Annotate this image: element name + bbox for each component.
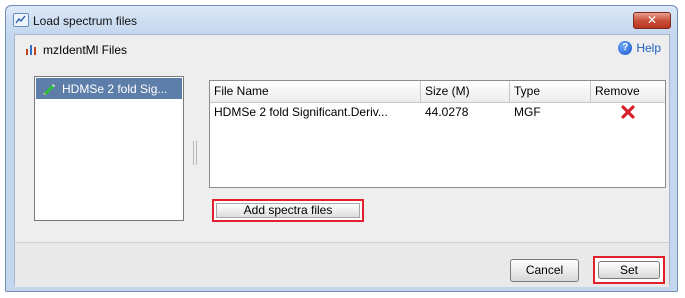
app-icon bbox=[13, 13, 29, 27]
help-icon: ? bbox=[618, 41, 633, 55]
column-header-size[interactable]: Size (M) bbox=[421, 81, 510, 102]
cell-file-name: HDMSe 2 fold Significant.Deriv... bbox=[214, 105, 388, 119]
window-title: Load spectrum files bbox=[33, 14, 138, 28]
title-bar[interactable]: Load spectrum files ✕ bbox=[6, 6, 677, 34]
close-button[interactable]: ✕ bbox=[633, 12, 671, 29]
table-row[interactable]: HDMSe 2 fold Significant.Deriv... 44.027… bbox=[210, 102, 665, 122]
chart-files-icon bbox=[26, 45, 36, 55]
close-icon: ✕ bbox=[646, 13, 658, 27]
cell-type: MGF bbox=[514, 105, 541, 119]
dialog-body: mzIdentMl Files ? Help HDMSe 2 fold Sig.… bbox=[14, 34, 670, 287]
add-spectra-files-button[interactable]: Add spectra files bbox=[216, 203, 360, 218]
set-button-highlight: Set bbox=[593, 256, 665, 284]
list-item-label: HDMSe 2 fold Sig... bbox=[62, 82, 168, 96]
remove-x-icon[interactable] bbox=[621, 105, 635, 119]
help-label: Help bbox=[636, 41, 661, 55]
spectra-files-table: File Name Size (M) Type Remove HDMSe 2 f… bbox=[209, 80, 666, 188]
set-button[interactable]: Set bbox=[598, 261, 660, 279]
split-pane-divider[interactable] bbox=[193, 141, 197, 165]
mzidentml-file-list[interactable]: HDMSe 2 fold Sig... bbox=[34, 76, 184, 221]
column-header-file-name[interactable]: File Name bbox=[210, 81, 421, 102]
cancel-button[interactable]: Cancel bbox=[510, 259, 579, 282]
help-link[interactable]: ? Help bbox=[618, 41, 661, 55]
list-item[interactable]: HDMSe 2 fold Sig... bbox=[36, 78, 182, 99]
column-header-type[interactable]: Type bbox=[510, 81, 591, 102]
files-header: mzIdentMl Files ? Help bbox=[15, 35, 669, 61]
load-spectrum-dialog: Load spectrum files ✕ mzIdentMl Files ? … bbox=[5, 5, 678, 292]
cell-size: 44.0278 bbox=[425, 105, 469, 119]
files-label: mzIdentMl Files bbox=[43, 43, 128, 57]
column-header-remove[interactable]: Remove bbox=[591, 81, 665, 102]
pencil-icon bbox=[43, 84, 55, 95]
cell-remove bbox=[591, 102, 665, 122]
table-header: File Name Size (M) Type Remove bbox=[210, 81, 665, 103]
add-spectra-files-highlight: Add spectra files bbox=[212, 199, 364, 222]
